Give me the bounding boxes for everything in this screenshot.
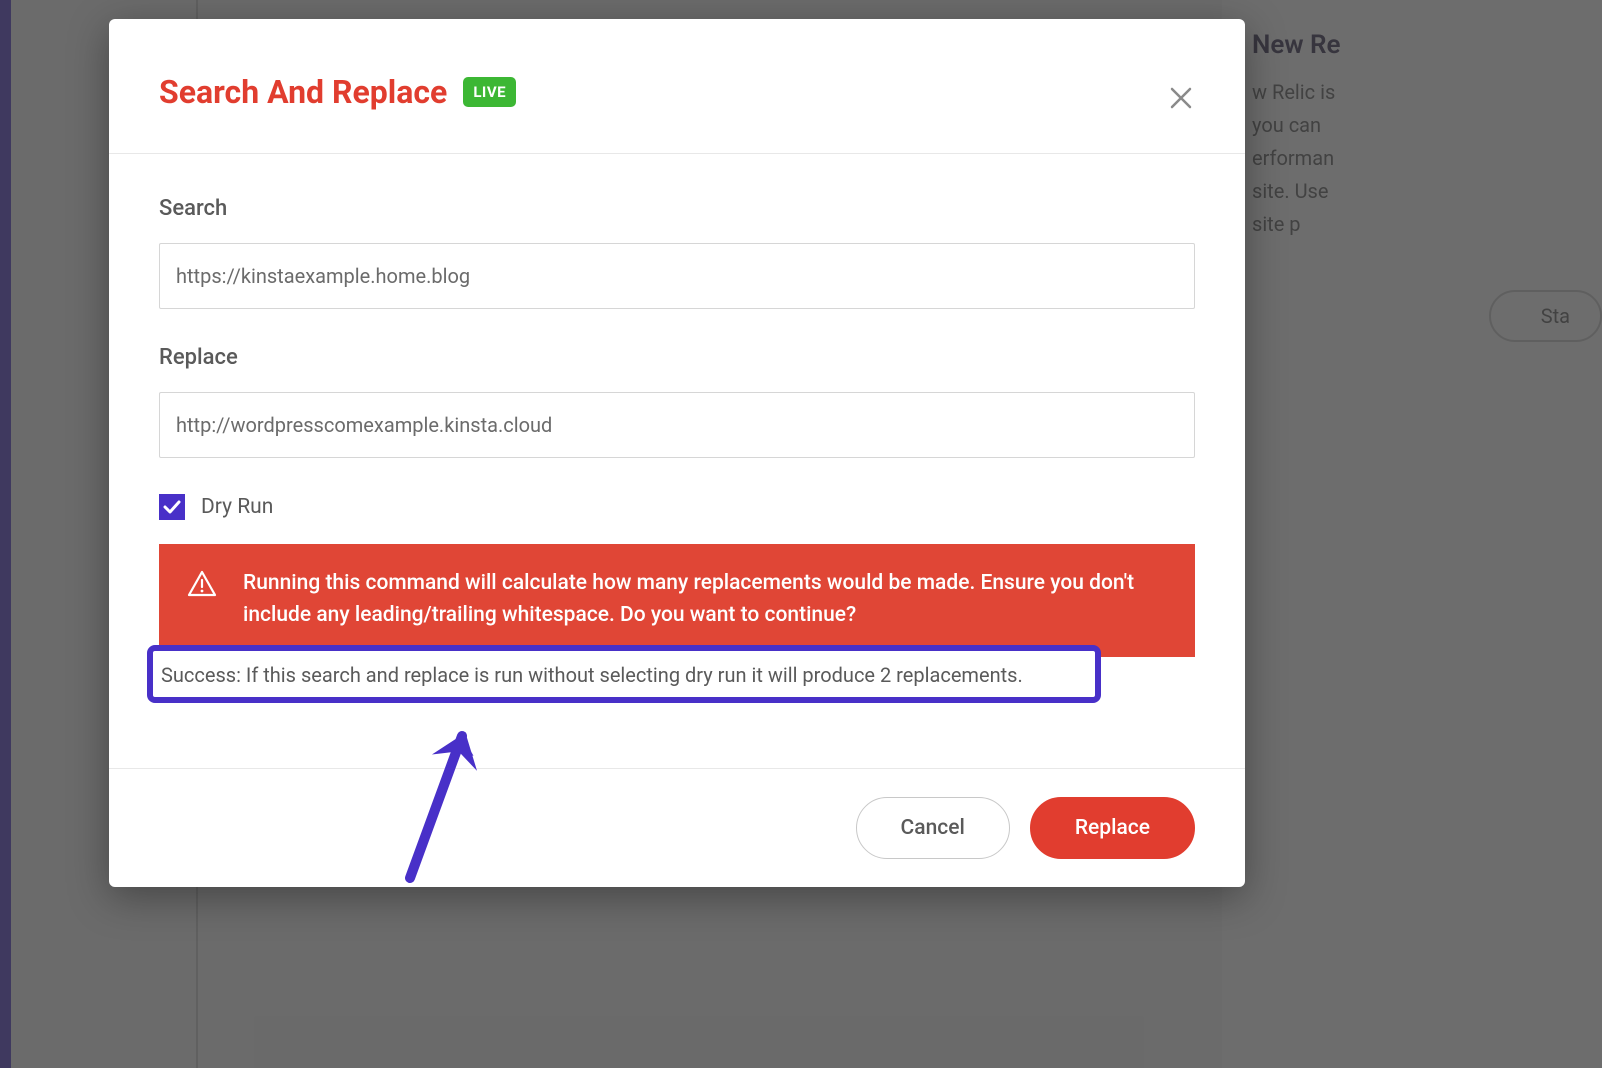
close-icon	[1170, 87, 1192, 112]
close-button[interactable]	[1159, 77, 1203, 121]
warning-box: Running this command will calculate how …	[159, 544, 1195, 657]
modal-header: Search And Replace LIVE	[109, 19, 1245, 154]
dry-run-label: Dry Run	[201, 495, 273, 519]
warning-triangle-icon	[187, 568, 217, 602]
live-badge: LIVE	[463, 77, 516, 107]
success-highlight-box: Success: If this search and replace is r…	[147, 645, 1101, 703]
replace-label: Replace	[159, 345, 1195, 370]
replace-input[interactable]	[159, 392, 1195, 458]
search-input[interactable]	[159, 243, 1195, 309]
success-text: Success: If this search and replace is r…	[161, 663, 1087, 687]
search-label: Search	[159, 196, 1195, 221]
modal-footer: Cancel Replace	[109, 768, 1245, 887]
cancel-button[interactable]: Cancel	[856, 797, 1010, 859]
search-replace-modal: Search And Replace LIVE Search Replace D…	[109, 19, 1245, 887]
dry-run-row: Dry Run	[159, 494, 1195, 520]
modal-title: Search And Replace	[159, 73, 447, 111]
checkmark-icon	[163, 500, 181, 514]
modal-body: Search Replace Dry Run Running this comm…	[109, 154, 1245, 768]
replace-button[interactable]: Replace	[1030, 797, 1195, 859]
dry-run-checkbox[interactable]	[159, 494, 185, 520]
warning-text: Running this command will calculate how …	[243, 568, 1167, 631]
